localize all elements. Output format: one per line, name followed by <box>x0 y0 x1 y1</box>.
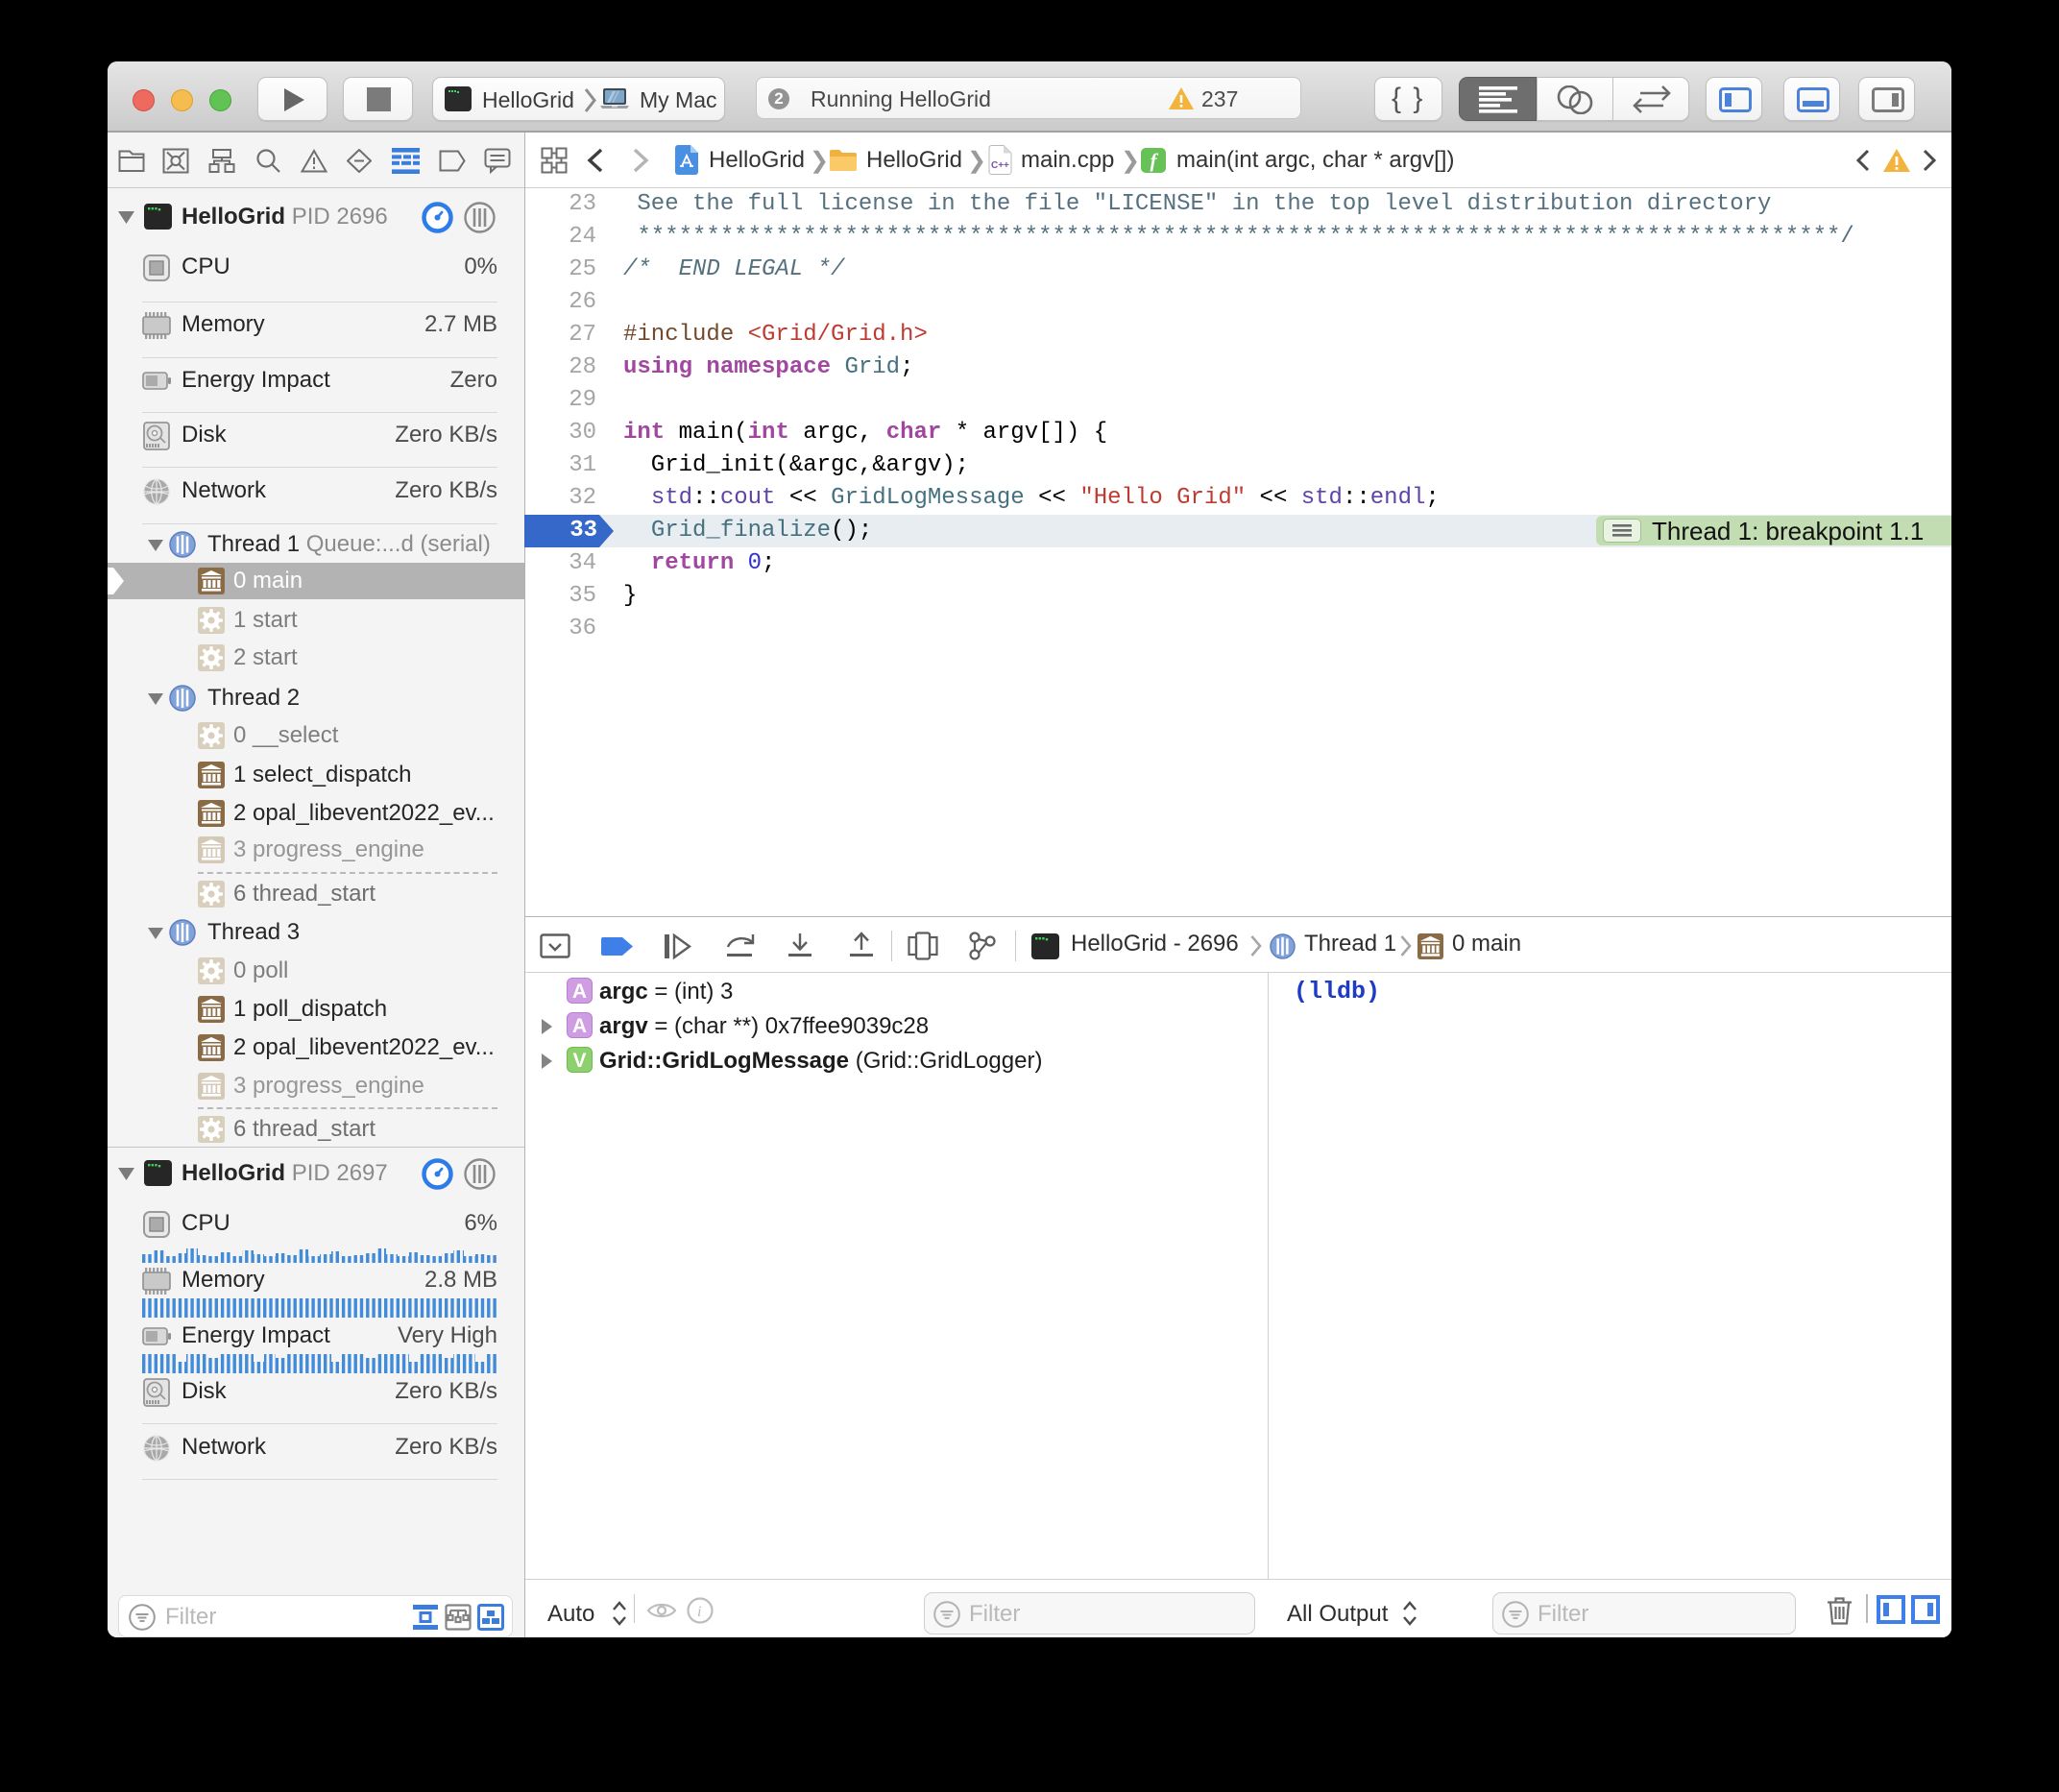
svg-text:i: i <box>697 1604 701 1620</box>
svg-text:C++: C++ <box>991 160 1009 171</box>
